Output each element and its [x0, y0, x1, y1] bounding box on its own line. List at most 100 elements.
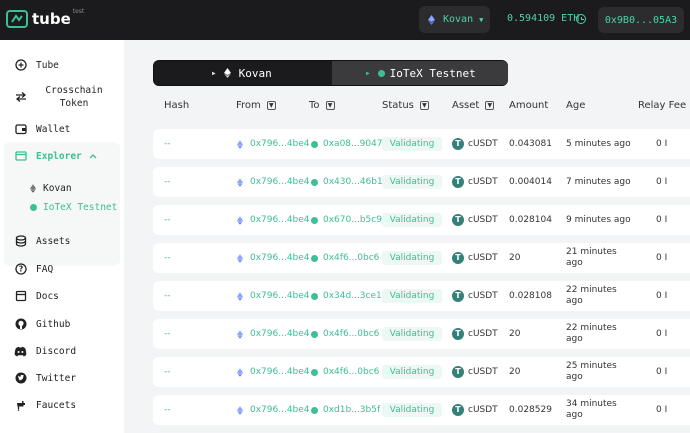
- hash-cell[interactable]: --: [164, 205, 171, 235]
- sidebar-item-faucets[interactable]: Faucets: [0, 398, 124, 412]
- column-header-from: From ▼: [236, 100, 276, 111]
- main-content: ▶ Kovan ▶ IoTeX Testnet Hash From ▼ To ▼ S…: [124, 40, 690, 433]
- from-address-link[interactable]: 0x796...4be4: [237, 167, 310, 197]
- ethereum-icon: [237, 367, 243, 377]
- asset-cell: T cUSDT: [452, 243, 498, 273]
- wallet-address-button[interactable]: 0x9B0...05A3: [598, 7, 684, 33]
- table-row[interactable]: -- 0x796...4be4 0xa08...9047 Validating …: [153, 129, 690, 159]
- wallet-address: 0x9B0...05A3: [604, 14, 678, 26]
- table-row[interactable]: -- 0x796...4be4 0x4f6...0bc6 Validating …: [153, 319, 690, 349]
- hash-cell[interactable]: --: [164, 319, 171, 349]
- filter-icon[interactable]: ▼: [325, 101, 335, 110]
- table-row[interactable]: -- 0x796...4be4 0x34d...3ce1 Validating …: [153, 281, 690, 311]
- sidebar-item-github[interactable]: Github: [0, 317, 124, 331]
- ethereum-icon: [237, 139, 243, 149]
- discord-icon: [14, 345, 27, 358]
- tab-label: Kovan: [238, 66, 272, 80]
- to-address-link[interactable]: 0x430...46b1: [311, 167, 383, 197]
- tab-kovan[interactable]: ▶ Kovan: [154, 61, 332, 85]
- tube-logo[interactable]: tube test: [6, 8, 84, 28]
- table-row[interactable]: -- 0x796...4be4 0x430...46b1 Validating …: [153, 167, 690, 197]
- column-header-age: Age: [566, 100, 586, 111]
- sidebar-item-crosschain-token[interactable]: Crosschain Token: [0, 83, 124, 111]
- to-address-link[interactable]: 0x34d...3ce1: [311, 281, 382, 311]
- asset-cell: T cUSDT: [452, 167, 498, 197]
- table-row[interactable]: -- 0x796...4be4 0xd1b...3b5f Validating …: [153, 395, 690, 425]
- sidebar-item-label: Assets: [36, 235, 71, 247]
- hash-cell[interactable]: --: [164, 129, 171, 159]
- ethereum-icon: [428, 14, 435, 25]
- age-cell: 21 minutes ago: [566, 247, 617, 268]
- github-icon: [14, 318, 27, 331]
- table-row[interactable]: -- 0x796...4be4 0x670...b5c9 Validating …: [153, 205, 690, 235]
- sub-item-label: Kovan: [43, 182, 72, 194]
- usdt-token-icon: T: [452, 290, 464, 302]
- clock-icon[interactable]: [576, 14, 586, 24]
- sidebar-item-assets[interactable]: Assets: [0, 234, 124, 248]
- svg-text:?: ?: [18, 265, 22, 274]
- relay-fee-cell: 0 I: [656, 291, 668, 301]
- column-header-to: To ▼: [309, 100, 335, 111]
- hash-cell[interactable]: --: [164, 357, 171, 387]
- from-address-link[interactable]: 0x796...4be4: [237, 281, 310, 311]
- sidebar-item-faq[interactable]: ? FAQ: [0, 262, 124, 276]
- hash-cell[interactable]: --: [164, 167, 171, 197]
- from-address-link[interactable]: 0x796...4be4: [237, 319, 310, 349]
- sidebar-item-discord[interactable]: Discord: [0, 344, 124, 358]
- age-cell: 9 minutes ago: [566, 214, 631, 225]
- hash-cell[interactable]: --: [164, 243, 171, 273]
- explorer-sub-iotex-testnet[interactable]: IoTeX Testnet: [30, 201, 117, 213]
- sidebar-item-tube[interactable]: Tube: [0, 58, 124, 72]
- ethereum-icon: [237, 177, 243, 187]
- to-address-link[interactable]: 0xd1b...3b5f: [311, 395, 380, 425]
- table-row[interactable]: -- 0x796...4be4 0x4f6...0bc6 Validating …: [153, 357, 690, 387]
- iotex-icon: [311, 216, 318, 224]
- to-address-link[interactable]: 0x4f6...0bc6: [311, 319, 379, 349]
- filter-icon[interactable]: ▼: [266, 101, 276, 110]
- from-address-link[interactable]: 0x796...4be4: [237, 357, 310, 387]
- from-address-link[interactable]: 0x796...4be4: [237, 205, 310, 235]
- hash-cell[interactable]: --: [164, 395, 171, 425]
- status-badge: Validating: [382, 403, 442, 417]
- sidebar-item-label: Twitter: [36, 372, 77, 384]
- play-triangle-icon: ▶: [212, 69, 216, 77]
- sidebar-item-explorer[interactable]: Explorer: [0, 149, 124, 163]
- sidebar-item-docs[interactable]: Docs: [0, 289, 124, 303]
- faucet-icon: [14, 399, 27, 412]
- network-selector-button[interactable]: Kovan ▼: [419, 6, 490, 33]
- status-badge: Validating: [382, 137, 442, 151]
- iotex-icon: [377, 69, 385, 77]
- from-address-link[interactable]: 0x796...4be4: [237, 243, 310, 273]
- brand-name: tube: [32, 10, 71, 28]
- filter-icon[interactable]: ▼: [485, 101, 495, 110]
- hash-cell[interactable]: --: [164, 281, 171, 311]
- from-address-link[interactable]: 0x796...4be4: [237, 395, 310, 425]
- filter-icon[interactable]: ▼: [419, 101, 429, 110]
- status-badge: Validating: [382, 365, 442, 379]
- plus-circle-icon: [14, 59, 27, 72]
- iotex-icon: [311, 178, 318, 186]
- tab-label: IoTeX Testnet: [389, 66, 476, 80]
- iotex-icon: [311, 254, 318, 262]
- iotex-icon: [311, 330, 318, 338]
- ethereum-icon: [237, 215, 243, 225]
- sidebar-item-twitter[interactable]: Twitter: [0, 371, 124, 385]
- sidebar-item-label: Discord: [36, 345, 77, 357]
- to-address-link[interactable]: 0xa08...9047: [311, 129, 383, 159]
- network-name: Kovan: [443, 14, 474, 25]
- to-address-link[interactable]: 0x670...b5c9: [311, 205, 382, 235]
- iotex-icon: [311, 406, 318, 414]
- tab-iotex-testnet[interactable]: ▶ IoTeX Testnet: [332, 61, 508, 85]
- explorer-sub-kovan[interactable]: Kovan: [30, 182, 72, 194]
- to-address-link[interactable]: 0x4f6...0bc6: [311, 357, 379, 387]
- usdt-token-icon: T: [452, 176, 464, 188]
- to-address-link[interactable]: 0x4f6...0bc6: [311, 243, 379, 273]
- age-cell: 7 minutes ago: [566, 176, 631, 187]
- ethereum-icon: [237, 291, 243, 301]
- status-badge: Validating: [382, 251, 442, 265]
- network-tabs: ▶ Kovan ▶ IoTeX Testnet: [153, 60, 508, 86]
- table-row[interactable]: -- 0x796...4be4 0x4f6...0bc6 Validating …: [153, 243, 690, 273]
- from-address-link[interactable]: 0x796...4be4: [237, 129, 310, 159]
- relay-fee-cell: 0 I: [656, 329, 668, 339]
- sidebar-item-wallet[interactable]: Wallet: [0, 122, 124, 136]
